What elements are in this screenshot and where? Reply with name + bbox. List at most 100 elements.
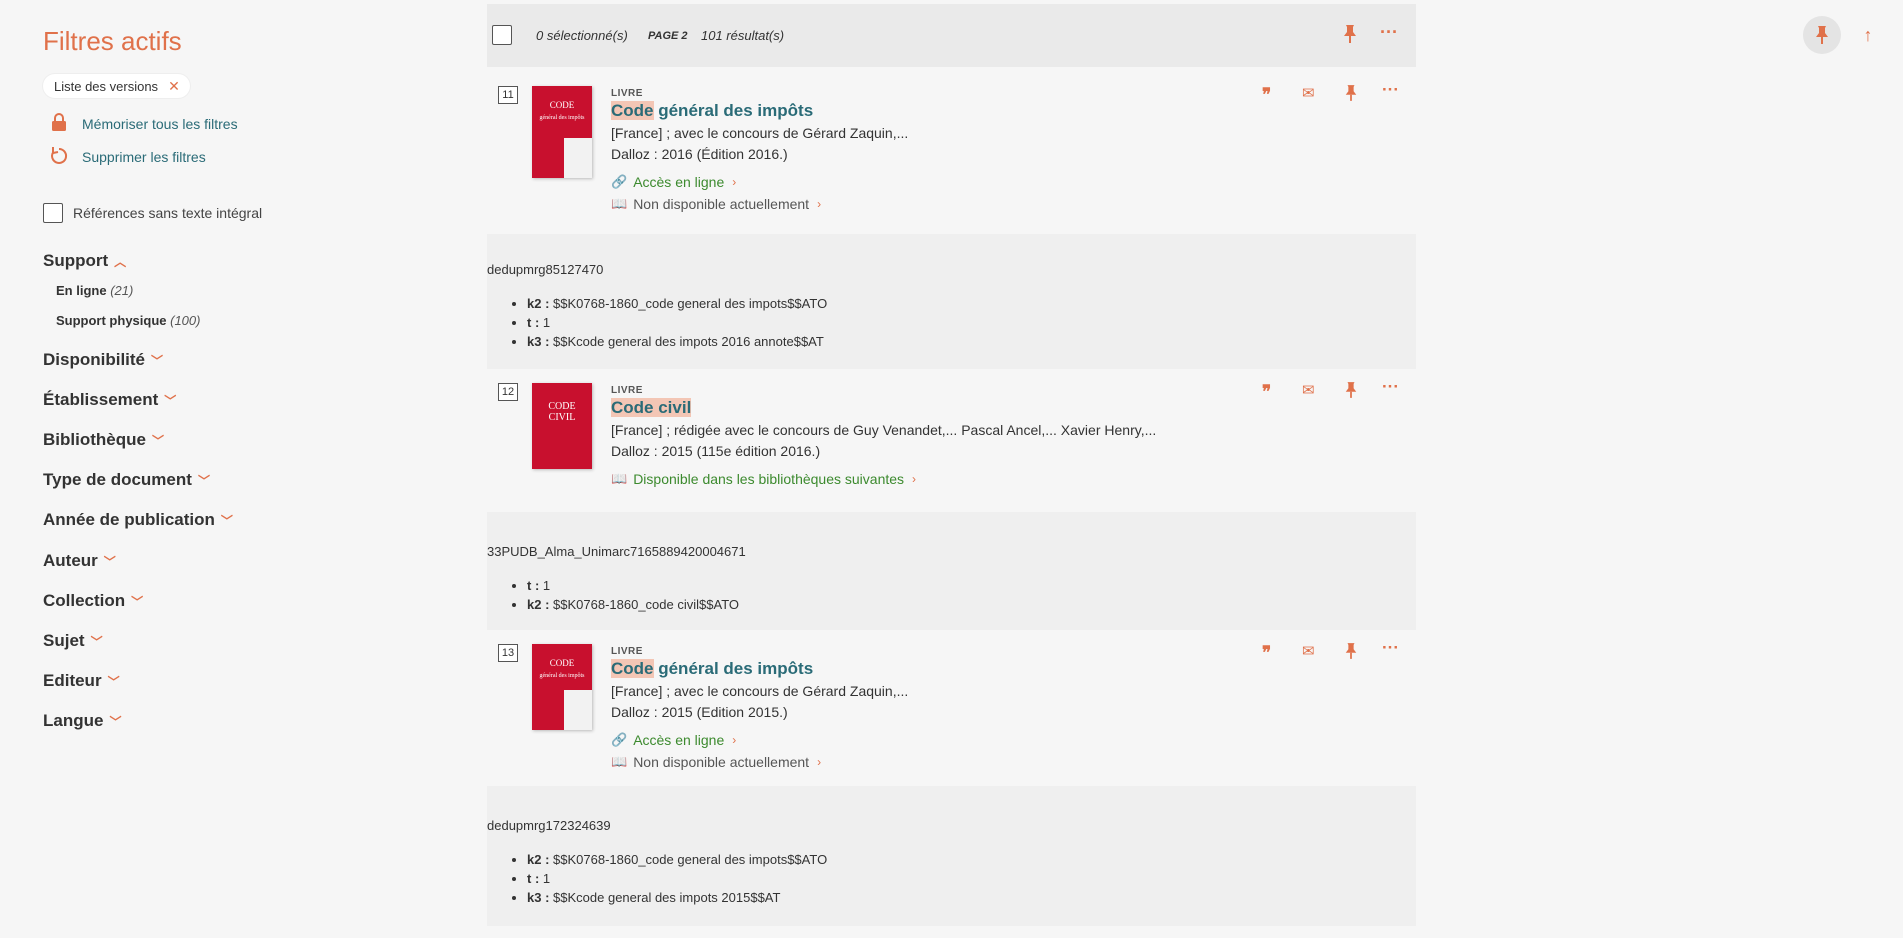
availability-link[interactable]: 📖 Non disponible actuellement › xyxy=(611,754,821,770)
select-all-checkbox[interactable] xyxy=(492,25,512,45)
availability-label: Non disponible actuellement xyxy=(633,754,810,770)
facet-availability[interactable]: Disponibilité ﹀ xyxy=(43,350,163,370)
record-authors: [France] ; rédigée avec le concours de G… xyxy=(611,422,1157,438)
dedup-list: k2 : $$K0768-1860_code general des impot… xyxy=(527,850,827,907)
dedup-value: 1 xyxy=(542,871,551,886)
record-title[interactable]: Code général des impôts xyxy=(611,659,813,679)
pin-icon[interactable] xyxy=(1344,381,1358,403)
facet-item-count: (100) xyxy=(170,313,201,328)
availability-label: Non disponible actuellement xyxy=(633,196,810,212)
record-number: 11 xyxy=(498,86,518,104)
online-access-label: Accès en ligne xyxy=(633,732,725,748)
online-access-link[interactable]: 🔗 Accès en ligne › xyxy=(611,174,736,190)
dedup-item: t : 1 xyxy=(527,576,739,595)
dedup-value: $$K0768-1860_code general des impots$$AT… xyxy=(553,852,828,867)
remove-filters-link[interactable]: Supprimer les filtres xyxy=(50,145,206,168)
cover-title: CODE général des impôts xyxy=(539,658,585,679)
chevron-down-icon: ﹀ xyxy=(131,594,144,609)
availability-link[interactable]: 📖 Disponible dans les bibliothèques suiv… xyxy=(611,471,916,487)
record-number: 12 xyxy=(498,383,518,401)
chevron-down-icon: ﹀ xyxy=(151,353,164,368)
facet-item-physical[interactable]: Support physique (100) xyxy=(56,313,200,328)
facet-label: Auteur xyxy=(43,551,98,570)
chevron-down-icon: ﹀ xyxy=(107,674,120,689)
page-indicator: PAGE 2 xyxy=(648,30,688,42)
no-fulltext-filter[interactable]: Références sans texte intégral xyxy=(43,203,262,223)
title-highlight: Code xyxy=(611,101,654,120)
more-icon[interactable]: ··· xyxy=(1380,22,1398,43)
cover-corner xyxy=(564,138,592,178)
dedup-value: $$K0768-1860_code general des impots$$AT… xyxy=(553,296,828,311)
close-icon[interactable]: ✕ xyxy=(168,78,180,95)
record-publisher: Dalloz : 2016 (Édition 2016.) xyxy=(611,146,788,162)
cite-icon[interactable]: ❞ xyxy=(1262,643,1271,663)
facet-subject[interactable]: Sujet ﹀ xyxy=(43,631,103,651)
record-number: 13 xyxy=(498,644,518,662)
more-icon[interactable]: ··· xyxy=(1382,638,1399,658)
no-fulltext-checkbox[interactable] xyxy=(43,203,63,223)
email-icon[interactable]: ✉ xyxy=(1302,84,1315,102)
dedup-key: t : xyxy=(527,578,540,593)
chip-label: Liste des versions xyxy=(54,78,159,94)
pinned-items-button[interactable] xyxy=(1803,16,1841,54)
chevron-down-icon: ﹀ xyxy=(151,433,164,448)
record-title[interactable]: Code civil xyxy=(611,398,692,418)
more-icon[interactable]: ··· xyxy=(1382,80,1399,100)
facet-publisher[interactable]: Editeur ﹀ xyxy=(43,671,120,691)
more-icon[interactable]: ··· xyxy=(1382,377,1399,397)
book-cover-image[interactable]: CODE général des impôts xyxy=(532,86,592,178)
chevron-right-icon: › xyxy=(912,472,917,486)
facet-label: Collection xyxy=(43,591,126,610)
chevron-down-icon: ﹀ xyxy=(109,714,122,729)
facet-support[interactable]: Support ︿ xyxy=(43,251,126,271)
memorize-filters-link[interactable]: Mémoriser tous les filtres xyxy=(50,112,238,135)
record-title[interactable]: Code général des impôts xyxy=(611,101,813,121)
facet-library[interactable]: Bibliothèque ﹀ xyxy=(43,430,164,450)
facet-label: Type de document xyxy=(43,470,192,489)
dedup-key: k3 : xyxy=(527,334,550,349)
dedup-item: k2 : $$K0768-1860_code general des impot… xyxy=(527,294,827,313)
dedup-value: $$Kcode general des impots 2016 annote$$… xyxy=(553,334,824,349)
chevron-right-icon: › xyxy=(732,175,737,189)
email-icon[interactable]: ✉ xyxy=(1302,381,1315,399)
selected-count: 0 sélectionné(s) xyxy=(536,28,628,43)
remove-label: Supprimer les filtres xyxy=(82,148,206,165)
facet-institution[interactable]: Établissement ﹀ xyxy=(43,390,176,410)
chevron-down-icon: ﹀ xyxy=(164,393,177,408)
facet-item-label: Support physique xyxy=(56,313,167,328)
record-type: LIVRE xyxy=(611,88,643,99)
facet-label: Année de publication xyxy=(43,510,215,529)
dedup-value: 1 xyxy=(542,315,551,330)
scroll-top-icon[interactable]: ↑ xyxy=(1849,16,1887,54)
cite-icon[interactable]: ❞ xyxy=(1262,382,1271,402)
chevron-down-icon: ﹀ xyxy=(103,554,116,569)
memorize-label: Mémoriser tous les filtres xyxy=(82,115,238,132)
record-authors: [France] ; avec le concours de Gérard Za… xyxy=(611,125,909,141)
facet-label: Établissement xyxy=(43,390,159,409)
pin-icon[interactable] xyxy=(1342,24,1358,49)
book-cover-image[interactable]: CODE général des impôts xyxy=(532,644,592,730)
facet-author[interactable]: Auteur ﹀ xyxy=(43,551,116,571)
dedup-item: k2 : $$K0768-1860_code general des impot… xyxy=(527,850,827,869)
active-filter-chip[interactable]: Liste des versions ✕ xyxy=(43,74,190,98)
online-access-link[interactable]: 🔗 Accès en ligne › xyxy=(611,732,736,748)
facet-language[interactable]: Langue ﹀ xyxy=(43,711,121,731)
cite-icon[interactable]: ❞ xyxy=(1262,85,1271,105)
book-cover-image[interactable]: CODE CIVIL xyxy=(532,383,592,469)
pin-icon[interactable] xyxy=(1344,84,1358,106)
facet-item-online[interactable]: En ligne (21) xyxy=(56,283,133,298)
facet-label: Sujet xyxy=(43,631,85,650)
facet-collection[interactable]: Collection ﹀ xyxy=(43,591,143,611)
availability-link[interactable]: 📖 Non disponible actuellement › xyxy=(611,196,821,212)
facet-doc-type[interactable]: Type de document ﹀ xyxy=(43,470,210,490)
chevron-down-icon: ﹀ xyxy=(220,513,233,528)
dedup-item: t : 1 xyxy=(527,313,827,332)
result-record[interactable]: 13 CODE général des impôts LIVRE Code gén… xyxy=(487,630,1416,790)
dedup-item: k3 : $$Kcode general des impots 2015$$AT xyxy=(527,888,827,907)
result-record[interactable]: 12 CODE CIVIL LIVRE Code civil [France] ;… xyxy=(487,369,1416,512)
result-record[interactable]: 11 CODE général des impôts LIVRE Code gén… xyxy=(487,67,1416,234)
pin-icon[interactable] xyxy=(1344,642,1358,664)
facet-pub-year[interactable]: Année de publication ﹀ xyxy=(43,510,233,530)
dedup-item: k2 : $$K0768-1860_code civil$$ATO xyxy=(527,595,739,614)
email-icon[interactable]: ✉ xyxy=(1302,642,1315,660)
